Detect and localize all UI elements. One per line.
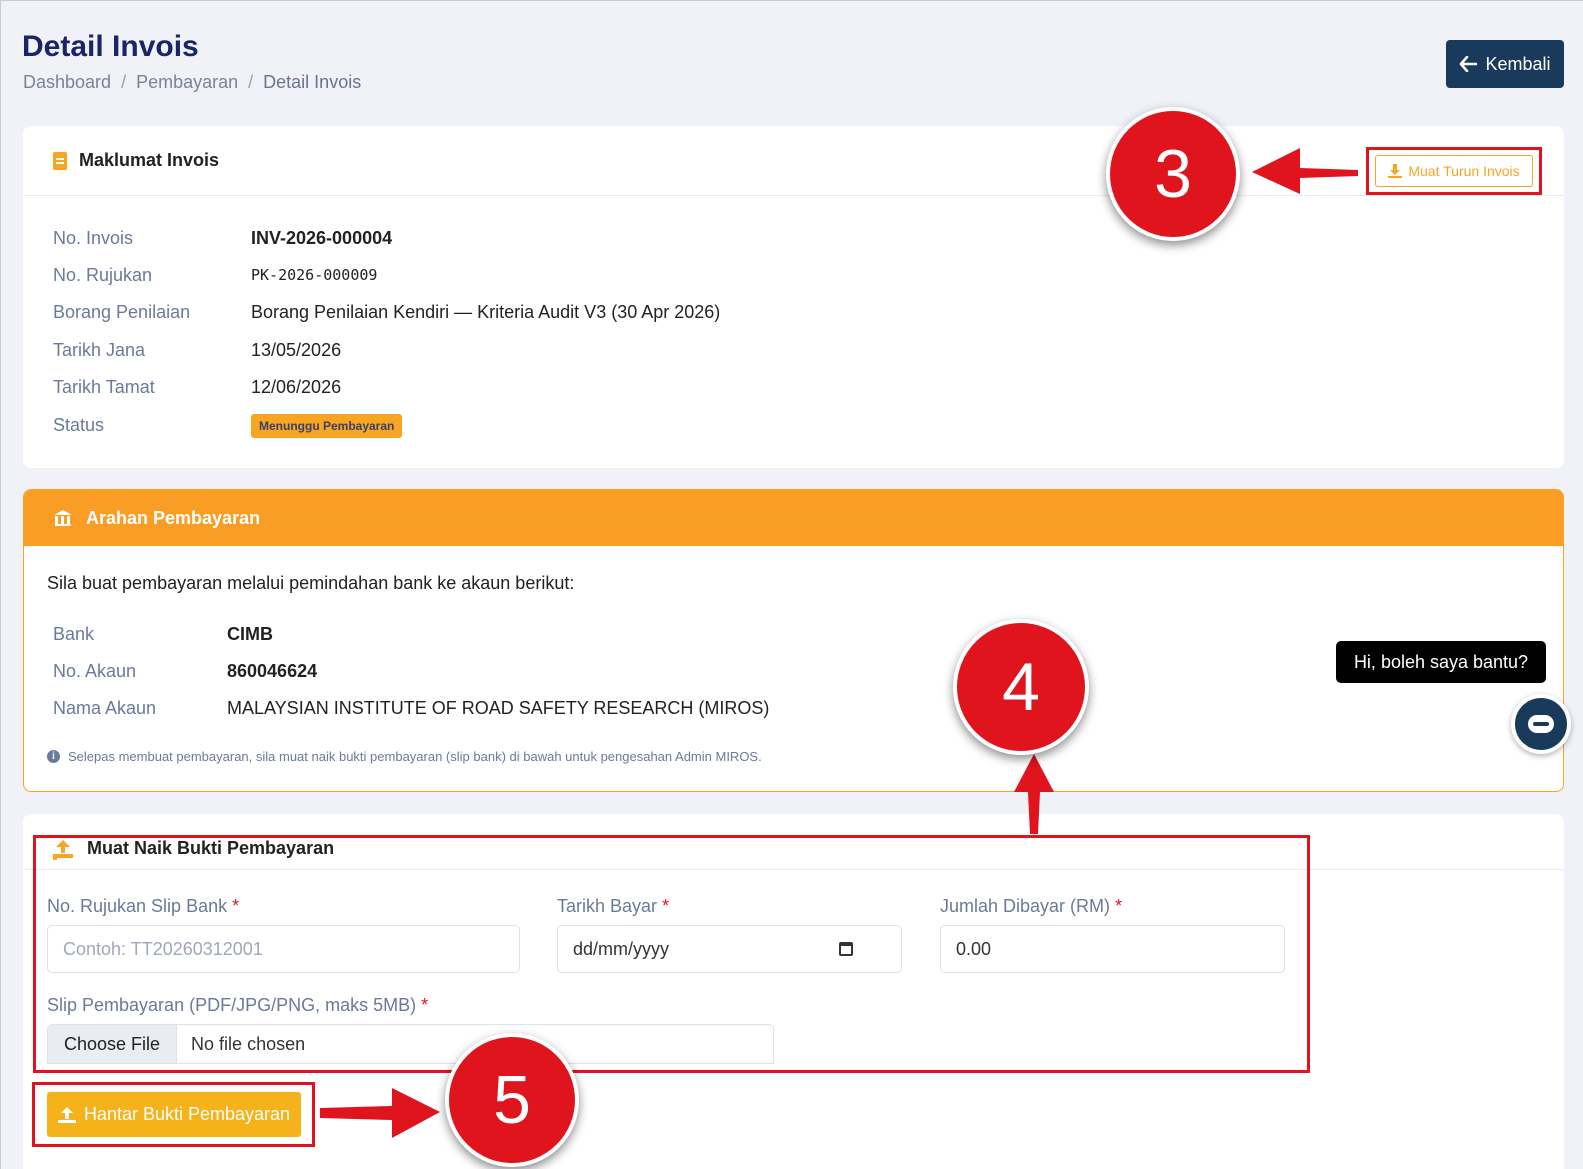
field-label-status: Status	[53, 415, 105, 435]
back-button[interactable]: Kembali	[1446, 40, 1564, 88]
payment-intro: Sila buat pembayaran melalui pemindahan …	[47, 573, 575, 593]
bank-value: CIMB	[227, 624, 273, 644]
field-value-invoice-no: INV-2026-000004	[251, 228, 393, 248]
upload-icon	[57, 1106, 76, 1123]
annotation-box-upload-form	[33, 835, 1310, 1073]
field-value-form: Borang Penilaian Kendiri — Kriteria Audi…	[251, 302, 721, 322]
invoice-info-title: Maklumat Invois	[79, 150, 220, 170]
field-label-expiry-date: Tarikh Tamat	[53, 377, 155, 397]
breadcrumb: Dashboard / Pembayaran / Detail Invois	[23, 72, 361, 93]
window-top-border	[0, 0, 1583, 1]
breadcrumb-current: Detail Invois	[263, 72, 362, 92]
arrow-left-icon	[1460, 56, 1478, 72]
back-button-label: Kembali	[1485, 53, 1551, 74]
breadcrumb-dashboard[interactable]: Dashboard	[23, 72, 111, 93]
account-no-value: 860046624	[227, 661, 318, 681]
payment-note-text: Selepas membuat pembayaran, sila muat na…	[68, 749, 762, 764]
bank-icon	[54, 510, 72, 526]
step-4-marker: 4	[953, 619, 1089, 755]
field-label-generated-date: Tarikh Jana	[53, 340, 146, 360]
download-invoice-highlight: Muat Turun Invois	[1366, 147, 1542, 195]
status-badge: Menunggu Pembayaran	[251, 414, 403, 438]
field-value-reference: PK-2026-000009	[251, 266, 378, 284]
step-5-marker: 5	[445, 1033, 579, 1167]
breadcrumb-separator: /	[248, 72, 254, 92]
info-icon: i	[47, 750, 60, 763]
account-name-value: MALAYSIAN INSTITUTE OF ROAD SAFETY RESEA…	[227, 698, 770, 718]
chat-tooltip: Hi, boleh saya bantu?	[1336, 641, 1546, 683]
account-no-label: No. Akaun	[53, 661, 137, 681]
field-label-invoice-no: No. Invois	[53, 228, 134, 248]
download-icon	[1388, 164, 1403, 178]
document-icon	[53, 151, 67, 170]
step-3-marker: 3	[1106, 107, 1240, 241]
page-title: Detail Invois	[22, 30, 199, 63]
account-name-label: Nama Akaun	[53, 698, 157, 718]
submit-proof-label: Hantar Bukti Pembayaran	[83, 1104, 291, 1124]
window-left-border	[0, 0, 1, 1169]
breadcrumb-pembayaran[interactable]: Pembayaran	[136, 72, 238, 93]
field-value-generated-date: 13/05/2026	[251, 340, 342, 360]
payment-instructions-header: Arahan Pembayaran	[24, 490, 1563, 546]
bank-label: Bank	[53, 624, 95, 644]
download-invoice-label: Muat Turun Invois	[1408, 163, 1520, 179]
chat-icon	[1528, 715, 1554, 733]
payment-instructions-title: Arahan Pembayaran	[86, 507, 261, 528]
payment-note: i Selepas membuat pembayaran, sila muat …	[47, 749, 762, 764]
field-label-reference: No. Rujukan	[53, 265, 153, 285]
field-value-expiry-date: 12/06/2026	[251, 377, 342, 397]
submit-proof-button[interactable]: Hantar Bukti Pembayaran	[47, 1092, 301, 1137]
breadcrumb-separator: /	[121, 72, 127, 92]
field-label-form: Borang Penilaian	[53, 302, 191, 322]
download-invoice-button[interactable]: Muat Turun Invois	[1375, 155, 1533, 187]
chat-button[interactable]	[1511, 694, 1571, 754]
invoice-info-header: Maklumat Invois	[23, 126, 1564, 196]
